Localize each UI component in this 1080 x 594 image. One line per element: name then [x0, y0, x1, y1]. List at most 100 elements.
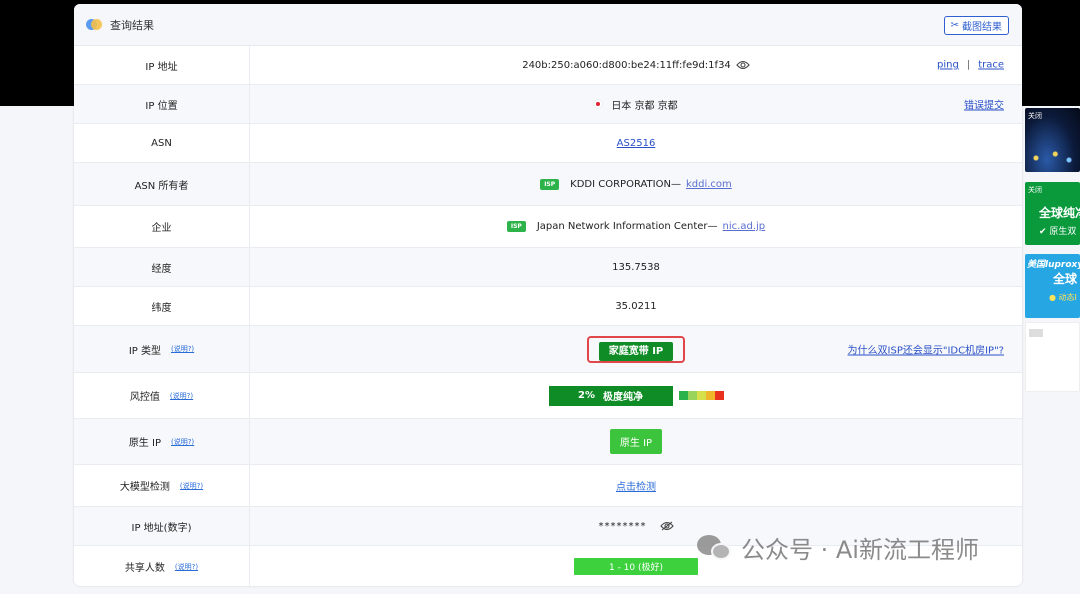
label-asn: ASN — [74, 124, 250, 162]
japan-flag-icon — [594, 100, 603, 108]
ad-banner-global-pure[interactable]: 关闭 全球纯净 ✔ 原生双 — [1025, 182, 1080, 245]
screenshot-result-button[interactable]: ✂ 截图结果 — [943, 16, 1009, 35]
ad-subtitle-text: 原生双 — [1049, 227, 1077, 237]
label-ip-type: IP 类型 (说明?) — [74, 326, 250, 372]
ad-subtitle: ✔ 原生双 — [1039, 227, 1077, 237]
asn-link[interactable]: AS2516 — [617, 138, 656, 149]
row-risk: 风控值 (说明?) 2% 极度纯净 — [74, 373, 1022, 419]
value-ip-type: 家庭宽带 IP 为什么双ISP还会显示"IDC机房IP"? — [250, 326, 1022, 372]
asn-owner-name: KDDI CORPORATION— — [570, 178, 681, 190]
ip-type-highlight-box: 家庭宽带 IP — [586, 335, 686, 363]
label-text: 纬度 — [151, 302, 172, 314]
row-asn: ASN AS2516 — [74, 124, 1022, 163]
ip-type-badge: 家庭宽带 IP — [598, 341, 674, 361]
value-latitude: 35.0211 — [250, 287, 1022, 325]
value-native-ip: 原生 IP — [250, 419, 1022, 464]
label-native-ip: 原生 IP (说明?) — [74, 419, 250, 464]
label-ip-address: IP 地址 — [74, 46, 250, 84]
eye-off-icon[interactable] — [659, 521, 674, 531]
label-text: IP 地址(数字) — [131, 522, 192, 534]
ad-brand: 美国luproxy — [1027, 260, 1080, 270]
query-result-card: 查询结果 ✂ 截图结果 IP 地址 240b:250:a060:d800:be2… — [74, 4, 1022, 586]
enterprise-domain-link[interactable]: nic.ad.jp — [723, 221, 766, 232]
scissors-icon: ✂ — [950, 20, 959, 31]
value-ip-address: 240b:250:a060:d800:be24:11ff:fe9d:1f34 p… — [250, 46, 1022, 84]
shared-users-bar: 1 - 10 (极好) — [574, 558, 698, 575]
enterprise-name: Japan Network Information Center— — [536, 221, 718, 232]
risk-scale-segment — [705, 391, 715, 400]
ad-title: 全球纯净 — [1039, 206, 1080, 220]
label-risk: 风控值 (说明?) — [74, 373, 250, 418]
eye-icon[interactable] — [736, 60, 750, 70]
value-ip-location: 日本 京都 京都 错误提交 — [250, 85, 1022, 123]
risk-scale-segment — [714, 391, 724, 400]
native-ip-badge: 原生 IP — [609, 429, 663, 454]
label-text: 风控值 — [129, 392, 160, 403]
ad-banner-blank[interactable] — [1025, 322, 1080, 392]
label-llm-check: 大模型检测 (说明?) — [74, 465, 250, 506]
row-ip-location: IP 位置 日本 京都 京都 错误提交 — [74, 85, 1022, 124]
label-text: 企业 — [151, 223, 172, 234]
latitude-text: 35.0211 — [615, 300, 657, 312]
label-text: ASN — [151, 137, 172, 149]
ping-link[interactable]: ping — [937, 60, 959, 71]
value-shared-users: 1 - 10 (极好) — [250, 546, 1022, 586]
explain-link[interactable]: (说明?) — [171, 437, 194, 447]
label-text: 经度 — [151, 263, 172, 275]
card-title: 查询结果 — [110, 18, 154, 32]
label-text: IP 类型 — [128, 345, 161, 357]
row-asn-owner: ASN 所有者 ISP KDDI CORPORATION— kddi.com — [74, 163, 1022, 206]
row-native-ip: 原生 IP (说明?) 原生 IP — [74, 419, 1022, 465]
ad-title: 全球 — [1053, 272, 1078, 286]
value-llm-check: 点击检测 — [250, 465, 1022, 506]
label-text: ASN 所有者 — [134, 180, 189, 192]
label-text: 原生 IP — [128, 438, 161, 449]
explain-link[interactable]: (说明?) — [171, 344, 194, 354]
row-enterprise: 企业 ISP Japan Network Information Center—… — [74, 206, 1022, 248]
screenshot-label: 截图结果 — [962, 22, 1002, 33]
explain-link[interactable]: (说明?) — [170, 391, 193, 401]
ad-banner-luproxy[interactable]: 美国luproxy 全球 ● 动态I — [1025, 254, 1080, 318]
value-risk: 2% 极度纯净 — [250, 373, 1022, 418]
ad-tag — [1029, 329, 1043, 337]
value-longitude: 135.7538 — [250, 248, 1022, 286]
ad-graphic — [1025, 146, 1080, 166]
value-enterprise: ISP Japan Network Information Center— ni… — [250, 206, 1022, 247]
row-llm-check: 大模型检测 (说明?) 点击检测 — [74, 465, 1022, 507]
risk-color-scale — [678, 391, 724, 400]
risk-percent: 2% — [578, 390, 595, 401]
risk-scale-segment — [678, 391, 688, 400]
trace-link[interactable]: trace — [978, 60, 1004, 71]
why-idc-link[interactable]: 为什么双ISP还会显示"IDC机房IP"? — [848, 342, 1004, 357]
isp-badge: ISP — [506, 221, 526, 232]
row-ip-numeric: IP 地址(数字) ******** — [74, 507, 1022, 546]
row-latitude: 纬度 35.0211 — [74, 287, 1022, 326]
ad-close-button[interactable]: 关闭 — [1028, 185, 1042, 195]
label-text: 大模型检测 — [119, 482, 170, 493]
explain-link[interactable]: (说明?) — [175, 562, 198, 572]
longitude-text: 135.7538 — [612, 261, 660, 273]
report-error-wrap: 错误提交 — [964, 97, 1004, 112]
result-logo-icon — [86, 17, 102, 33]
risk-scale-segment — [687, 391, 697, 400]
ip-numeric-masked: ******** — [598, 520, 647, 532]
row-ip-address: IP 地址 240b:250:a060:d800:be24:11ff:fe9d:… — [74, 46, 1022, 85]
asn-owner-domain-link[interactable]: kddi.com — [686, 179, 732, 190]
location-text: 日本 京都 京都 — [611, 100, 678, 112]
label-ip-location: IP 位置 — [74, 85, 250, 123]
value-asn-owner: ISP KDDI CORPORATION— kddi.com — [250, 163, 1022, 205]
value-asn: AS2516 — [250, 124, 1022, 162]
explain-link[interactable]: (说明?) — [180, 481, 203, 491]
report-error-link[interactable]: 错误提交 — [964, 97, 1004, 112]
row-ip-type: IP 类型 (说明?) 家庭宽带 IP 为什么双ISP还会显示"IDC机房IP"… — [74, 326, 1022, 373]
label-text: 共享人数 — [124, 563, 165, 574]
risk-score-bar: 2% 极度纯净 — [548, 385, 673, 406]
click-detect-link[interactable]: 点击检测 — [616, 478, 656, 493]
isp-badge: ISP — [540, 178, 560, 190]
value-ip-numeric: ******** — [250, 507, 1022, 545]
row-longitude: 经度 135.7538 — [74, 248, 1022, 287]
ad-close-button[interactable]: 关闭 — [1028, 111, 1042, 121]
card-header: 查询结果 ✂ 截图结果 — [74, 4, 1022, 46]
risk-scale-segment — [696, 391, 706, 400]
ad-banner-space[interactable]: 关闭 — [1025, 108, 1080, 172]
